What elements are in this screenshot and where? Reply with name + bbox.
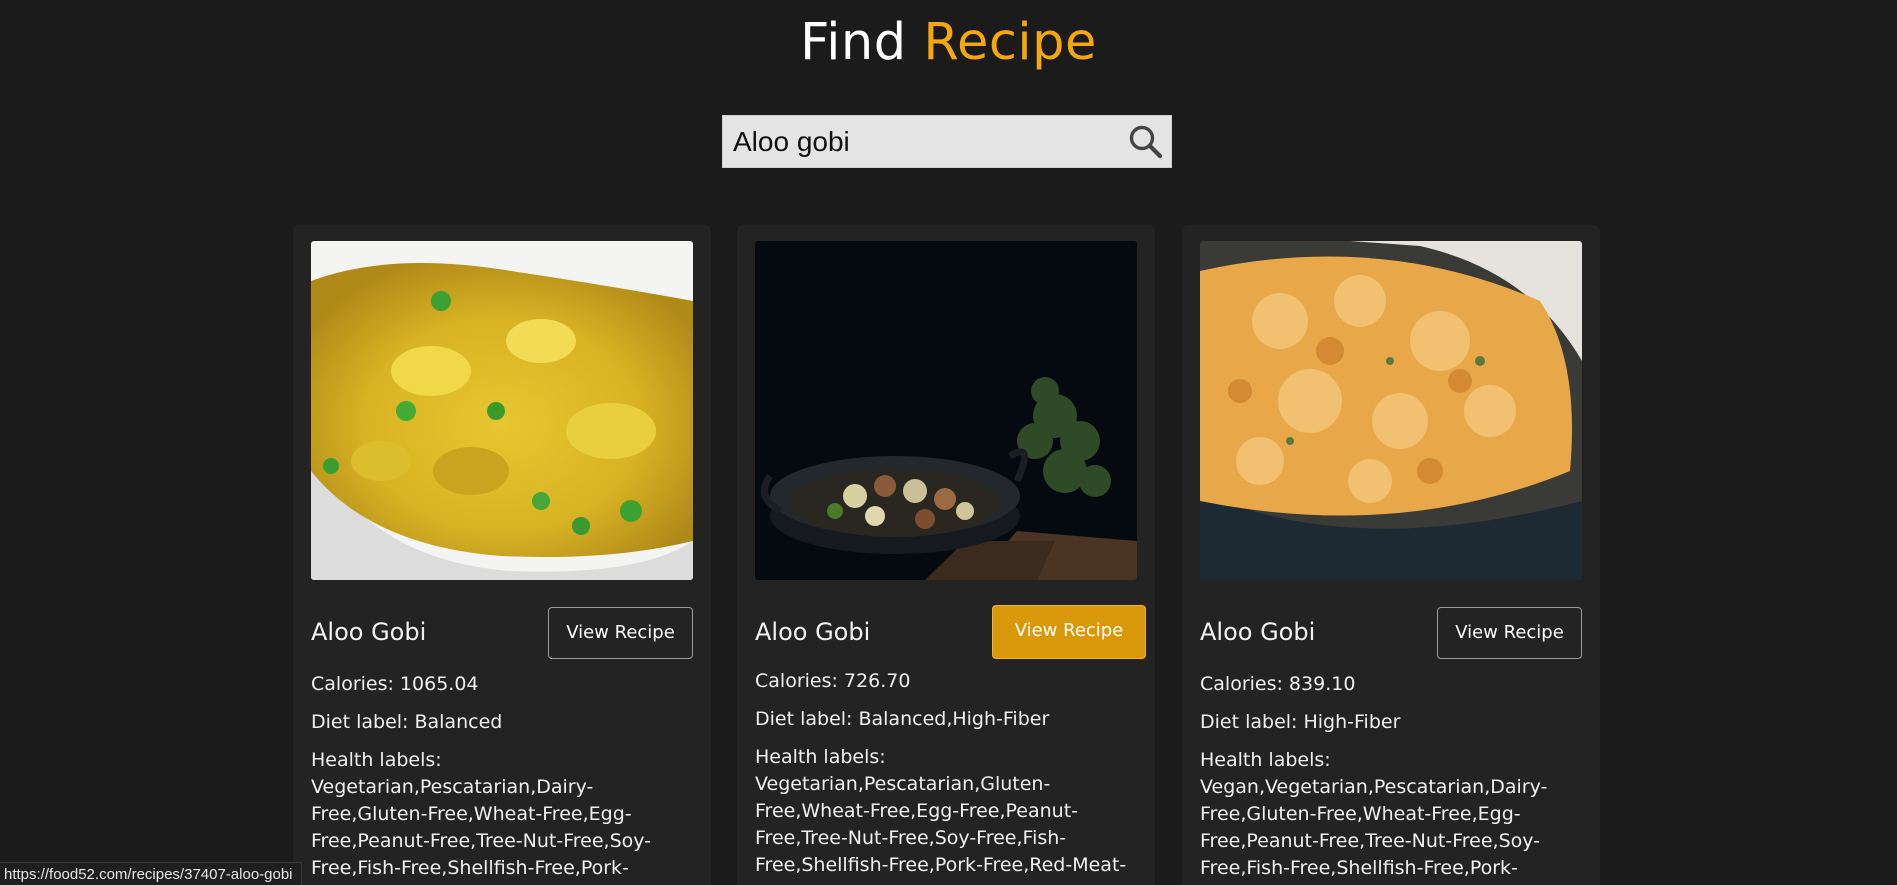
recipe-card: Aloo Gobi View Recipe Calories: 726.70 D… [737,225,1155,885]
recipe-diet-label: Diet label: High-Fiber [1200,711,1401,733]
recipe-card: Aloo Gobi View Recipe Calories: 839.10 D… [1182,225,1600,885]
recipe-calories: Calories: 839.10 [1200,673,1356,695]
search-bar [722,115,1172,168]
search-icon[interactable] [1127,123,1165,161]
view-recipe-button[interactable]: View Recipe [548,607,693,659]
recipe-card: Aloo Gobi View Recipe Calories: 1065.04 … [293,225,711,885]
recipe-diet-label: Diet label: Balanced,High-Fiber [755,708,1050,730]
view-recipe-button[interactable]: View Recipe [992,605,1146,659]
recipe-calories: Calories: 1065.04 [311,673,479,695]
search-input[interactable] [723,116,1113,167]
recipe-diet-label: Diet label: Balanced [311,711,503,733]
recipe-image [1200,241,1582,580]
recipe-health-labels: Health labels: Vegetarian,Pescatarian,Gl… [755,746,1127,876]
recipe-image [311,241,693,580]
title-find: Find [800,13,907,72]
page: Find Recipe Aloo gobi Aloo Gobi View Rec… [0,0,1897,885]
recipe-name: Aloo Gobi [755,618,871,646]
recipe-health-labels: Health labels: Vegetarian,Pescatarian,Da… [311,749,652,879]
browser-status-url: https://food52.com/recipes/37407-aloo-go… [0,862,302,885]
recipe-image [755,241,1137,580]
view-recipe-button[interactable]: View Recipe [1437,607,1582,659]
recipe-name: Aloo Gobi [311,618,427,646]
page-title: Find Recipe [0,8,1897,78]
recipe-health-labels: Health labels: Vegan,Vegetarian,Pescatar… [1200,749,1548,879]
recipe-name: Aloo Gobi [1200,618,1316,646]
recipe-calories: Calories: 726.70 [755,670,911,692]
title-recipe: Recipe [923,13,1097,72]
